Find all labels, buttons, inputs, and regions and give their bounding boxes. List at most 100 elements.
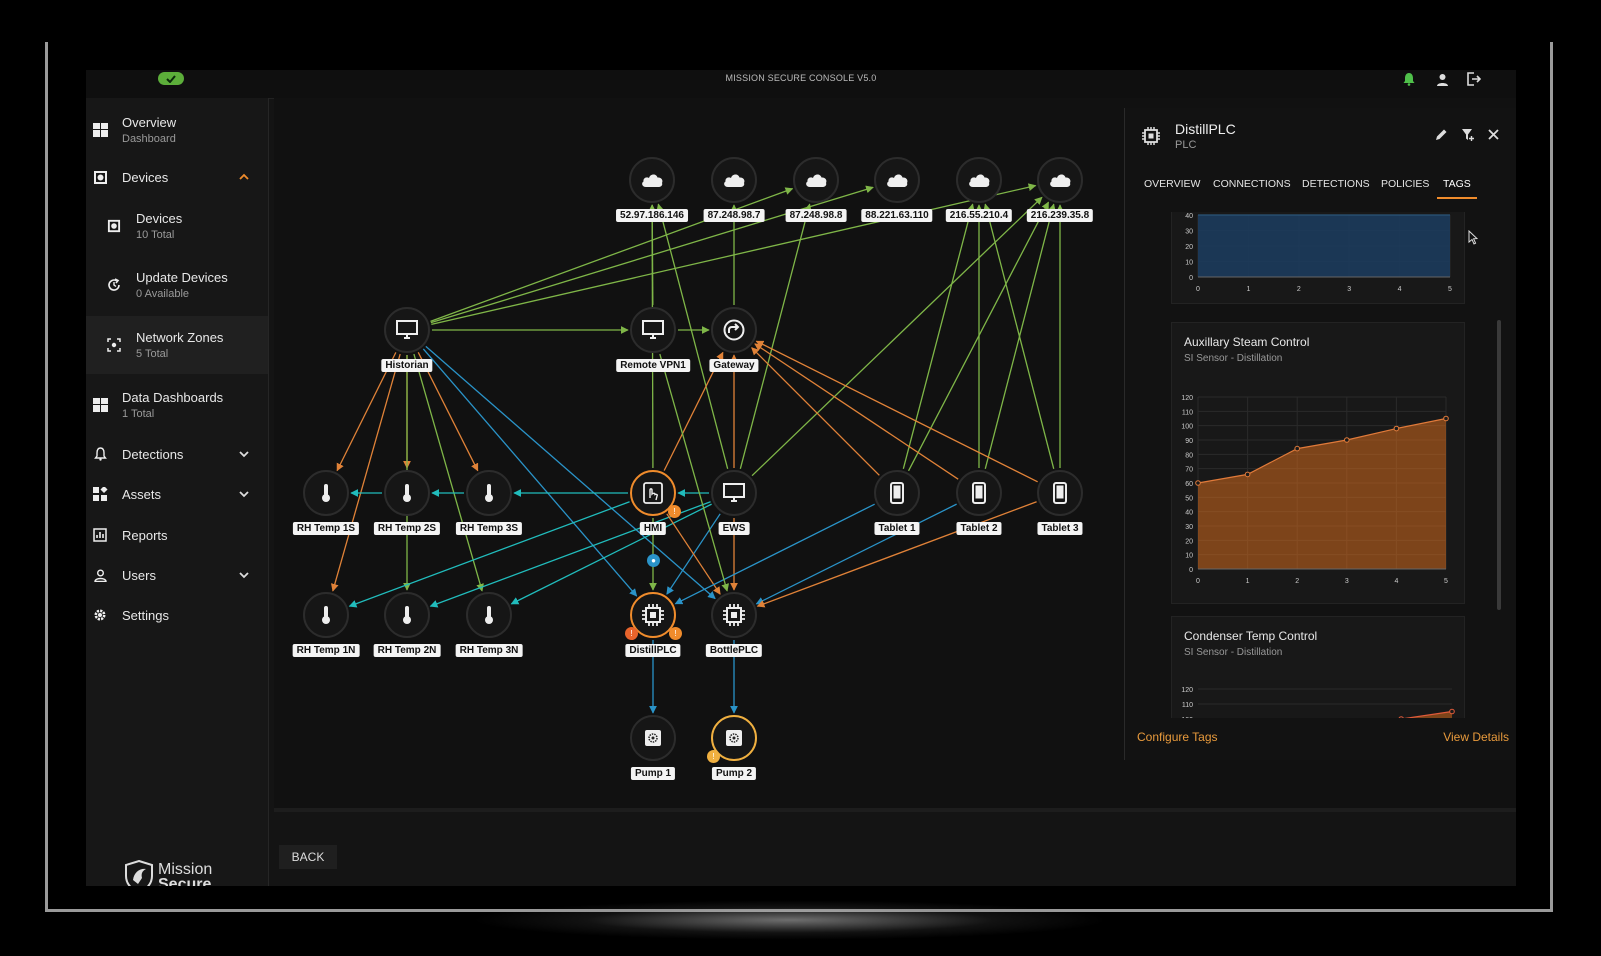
device-label: RH Temp 3N [455,644,523,657]
device-label: EWS [718,522,750,535]
x-tick-label: 5 [1448,286,1452,293]
device-node-tab3[interactable] [1037,470,1083,516]
thermo-icon [320,605,332,625]
sidebar-item-devices-group[interactable]: Devices [86,160,268,194]
sidebar-item-label: Users [122,567,156,583]
device-label: Historian [381,359,433,372]
device-node-historian[interactable] [384,307,430,353]
device-label: 216.239.35.8 [1026,209,1094,222]
canvas-scrollbar[interactable] [274,808,1516,812]
device-node-tab2[interactable] [956,470,1002,516]
sidebar-item-update-devices[interactable]: Update Devices 0 Available [86,265,268,305]
tag-card-subtitle: SI Sensor - Distillation [1184,353,1283,364]
edit-icon[interactable] [1434,128,1448,147]
sidebar-item-settings[interactable]: Settings [86,599,268,631]
sidebar-item-data-dashboards[interactable]: Data Dashboards 1 Total [86,384,268,426]
sidebar-item-label: Detections [122,446,184,462]
configure-tags-link[interactable]: Configure Tags [1137,730,1218,744]
y-tick-label: 20 [1185,538,1193,545]
assets-icon [92,486,108,502]
device-node-tab1[interactable] [874,470,920,516]
device-label: BottlePLC [705,644,763,657]
tab-connections[interactable]: CONNECTIONS [1213,178,1291,190]
tablet-icon [890,482,904,504]
brand-logo: Mission Secure [124,860,212,886]
connection-edge [422,348,638,597]
device-node-t2s[interactable] [384,470,430,516]
logout-icon[interactable] [1464,70,1482,88]
device-label: 87.248.98.7 [703,209,765,222]
tab-tags[interactable]: TAGS [1443,178,1471,190]
alarm-bell-icon[interactable] [1400,70,1418,88]
monitor-icon [642,320,664,340]
device-node-c4[interactable] [874,157,920,203]
sidebar-item-detections[interactable]: Detections [86,438,268,470]
top-bar: MISSION SECURE CONSOLE V5.0 [86,70,1516,99]
device-node-gateway[interactable] [711,307,757,353]
gateway-icon [723,319,745,341]
y-tick-label: 30 [1185,229,1193,236]
device-node-vpn[interactable] [630,307,676,353]
device-node-t2n[interactable] [384,592,430,638]
console-title: MISSION SECURE CONSOLE V5.0 [725,73,877,83]
x-tick-label: 3 [1345,578,1349,585]
data-point [1393,425,1400,432]
sidebar-item-network-zones[interactable]: Network Zones 5 Total [86,316,268,374]
device-label: RH Temp 3S [455,522,523,535]
device-node-ews[interactable] [711,470,757,516]
device-node-c2[interactable] [711,157,757,203]
sidebar-item-reports[interactable]: Reports [86,519,268,551]
device-node-t3n[interactable] [466,592,512,638]
device-node-t3s[interactable] [466,470,512,516]
device-node-bottle[interactable] [711,592,757,638]
series-area [1198,215,1450,277]
dashboard-icon [92,122,108,138]
sidebar-item-devices[interactable]: Devices 10 Total [86,206,268,246]
tab-detections[interactable]: DETECTIONS [1302,178,1370,190]
view-details-link[interactable]: View Details [1443,730,1509,744]
thermo-icon [483,605,495,625]
connection-edge [659,353,729,592]
connection-edge [510,503,712,605]
thermo-icon [401,605,413,625]
device-node-c1[interactable] [629,157,675,203]
back-button[interactable]: BACK [279,845,337,869]
device-node-c5[interactable] [956,157,1002,203]
y-tick-label: 80 [1185,452,1193,459]
sidebar-item-assets[interactable]: Assets [86,478,268,510]
pump-icon [644,729,662,747]
filter-icon[interactable] [1461,128,1475,147]
sidebar-item-label: Data Dashboards [122,390,224,405]
sidebar-item-sub: 0 Available [136,288,190,300]
sidebar-item-sub: 1 Total [122,408,155,420]
device-node-c6[interactable] [1037,157,1083,203]
devices-icon [106,218,122,234]
y-tick-label: 90 [1185,438,1193,445]
tags-scroll-area[interactable]: 0 10 20 30 40 0 1 2 3 4 5 Auxillary Steam Control … [1137,212,1497,718]
cloud-icon [722,172,746,188]
sidebar-item-overview[interactable]: Overview Dashboard [86,110,268,150]
sidebar-item-users[interactable]: Users [86,559,268,591]
device-detail-panel: DistillPLC PLC OVERVIEW CONNECTIONS DETE… [1124,108,1516,760]
y-tick-label: 0 [1189,567,1193,574]
connection-edge [755,340,1038,483]
device-node-t1s[interactable] [303,470,349,516]
tab-policies[interactable]: POLICIES [1381,178,1429,190]
sidebar-item-label: Reports [122,527,168,543]
device-label: 87.248.98.8 [785,209,847,222]
panel-scrollbar[interactable] [1497,320,1501,610]
x-tick-label: 4 [1394,578,1398,585]
device-node-c3[interactable] [793,157,839,203]
gear-icon [92,607,108,623]
device-label: Pump 2 [711,767,757,780]
close-icon[interactable] [1487,128,1500,146]
y-tick-label: 40 [1185,510,1193,517]
cloud-icon [640,172,664,188]
device-node-t1n[interactable] [303,592,349,638]
user-icon[interactable] [1433,70,1451,88]
data-point [1398,716,1404,718]
y-tick-label: 60 [1185,481,1193,488]
tab-overview[interactable]: OVERVIEW [1144,178,1200,190]
device-node-pump1[interactable] [630,715,676,761]
sidebar-item-label: Devices [122,169,169,185]
